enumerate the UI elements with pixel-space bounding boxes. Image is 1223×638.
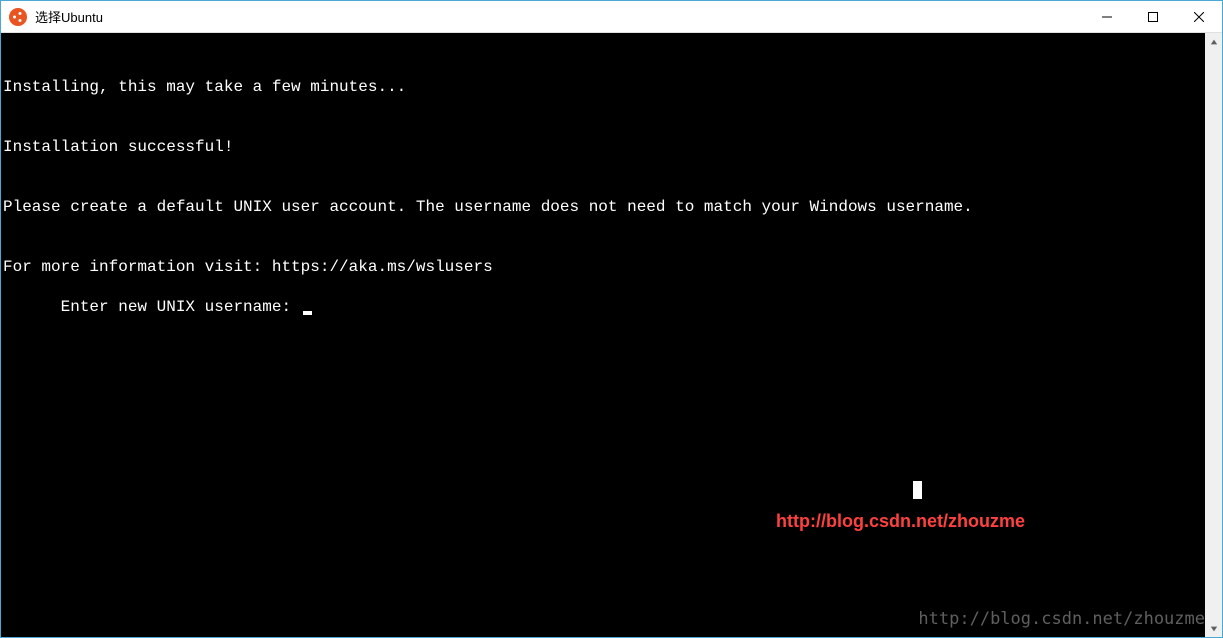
scrollbar-down-button[interactable] [1205,620,1222,637]
terminal-line: Installing, this may take a few minutes.… [3,77,1203,97]
content-wrapper: Installing, this may take a few minutes.… [1,33,1222,637]
watermark-gray: http://blog.csdn.net/zhouzme [918,609,1205,629]
titlebar[interactable]: 选择Ubuntu [1,1,1222,33]
block-cursor [913,481,922,499]
window-title: 选择Ubuntu [35,7,1084,26]
terminal[interactable]: Installing, this may take a few minutes.… [1,33,1205,637]
ubuntu-icon [9,8,27,26]
scrollbar-track[interactable] [1205,50,1222,620]
minimize-button[interactable] [1084,1,1130,32]
text-cursor [303,311,312,315]
scrollbar-up-button[interactable] [1205,33,1222,50]
terminal-prompt: Enter new UNIX username: [61,298,312,316]
vertical-scrollbar[interactable] [1205,33,1222,637]
terminal-line: Installation successful! [3,137,1203,157]
terminal-prompt-text: Enter new UNIX username: [61,298,301,316]
watermark-red: http://blog.csdn.net/zhouzme [776,511,1025,531]
terminal-line: Please create a default UNIX user accoun… [3,197,1203,217]
close-button[interactable] [1176,1,1222,32]
terminal-line: For more information visit: https://aka.… [3,257,1203,277]
app-window: 选择Ubuntu Installing, this may take a few… [0,0,1223,638]
window-controls [1084,1,1222,32]
maximize-button[interactable] [1130,1,1176,32]
